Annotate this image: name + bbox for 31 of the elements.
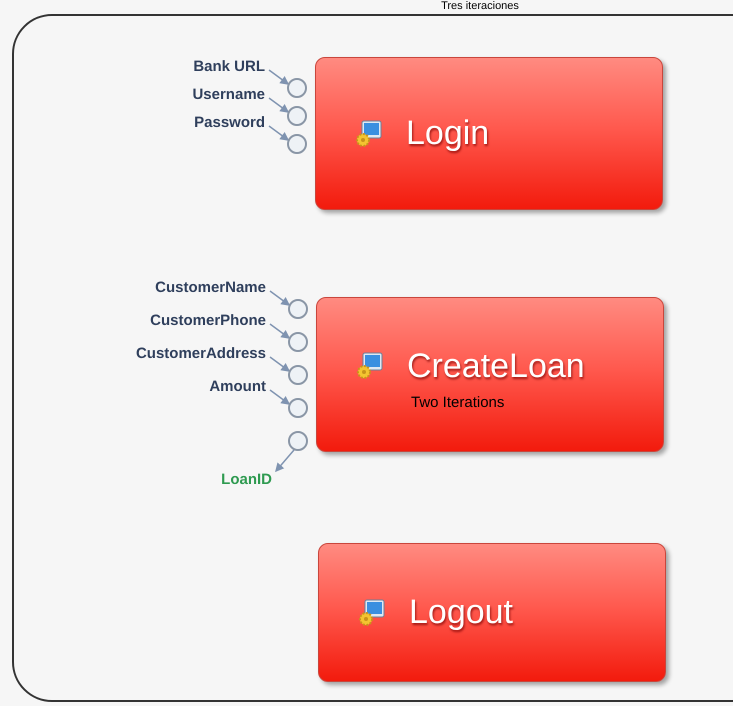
connector-arrow (268, 69, 290, 85)
connector-arrow (268, 97, 290, 113)
input-label: CustomerName (155, 279, 266, 297)
operation-note: Two Iterations (410, 392, 506, 413)
input-port (287, 78, 307, 98)
computer-gear-icon (355, 351, 385, 382)
connector-arrow (270, 323, 290, 339)
connector-arrow (275, 450, 295, 472)
input-label: CustomerPhone (150, 312, 266, 330)
operation-name: CreateLoan (407, 346, 585, 387)
input-label: Password (194, 114, 265, 132)
input-port (288, 398, 308, 418)
computer-gear-icon (354, 118, 384, 148)
connector-arrow (268, 125, 290, 141)
input-label: Bank URL (193, 58, 265, 76)
connector-arrow (270, 389, 290, 405)
input-port (287, 134, 307, 154)
input-port (288, 365, 308, 385)
operation-name: Login (406, 113, 490, 154)
input-port (288, 332, 308, 352)
input-label: CustomerAddress (136, 345, 266, 363)
input-port (288, 299, 308, 319)
operation-name: Logout (409, 592, 513, 633)
connector-arrow (270, 290, 290, 306)
input-label: Amount (209, 378, 266, 396)
connector-arrow (270, 356, 290, 372)
output-label: LoanID (221, 471, 272, 489)
input-port (287, 106, 307, 126)
output-port (288, 431, 308, 451)
computer-gear-icon (357, 598, 387, 628)
input-label: Username (192, 86, 265, 104)
